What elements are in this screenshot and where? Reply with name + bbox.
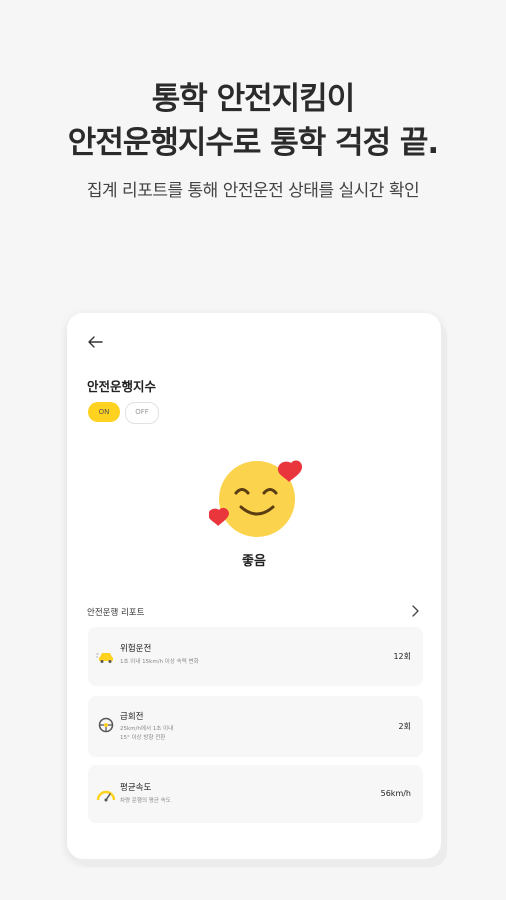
report-desc-line1: 25km/h에서 1초 이내 [120, 726, 174, 732]
promo-headline-2: 안전운행지수로 통학 걱정 끝. [67, 125, 439, 161]
promo-subtitle: 집계 리포트를 통해 안전운전 상태를 실시간 확인 [86, 181, 420, 201]
page-title: 안전운행지수 [87, 379, 157, 394]
report-item-sharp-turn[interactable]: 급회전 25km/h에서 1초 이내 15° 이상 방향 전환 2회 [88, 696, 423, 757]
back-arrow-icon[interactable] [87, 335, 103, 349]
speedometer-icon [96, 790, 116, 802]
status-label: 좋음 [242, 554, 266, 569]
toggle-off-button[interactable]: OFF [125, 402, 159, 424]
report-name: 평균속도 [120, 783, 152, 793]
toggle-on-button[interactable]: ON [88, 402, 120, 422]
promo-headline-1: 통학 안전지킴이 [151, 81, 355, 117]
report-desc: 1초 이내 15km/h 이상 속력 변화 [120, 659, 199, 665]
steering-icon [98, 717, 114, 733]
chevron-right-icon[interactable] [411, 605, 419, 617]
app-screen-card: 안전운행지수 ON OFF 좋음 안전운행 리포트 위험운전 1초 이내 15k… [67, 313, 441, 859]
report-name: 위험운전 [120, 644, 152, 654]
report-desc: 차량 운행의 평균 속도 [120, 798, 171, 804]
report-value: 12회 [393, 652, 411, 661]
car-speed-icon [96, 653, 113, 663]
report-item-risky-driving[interactable]: 위험운전 1초 이내 15km/h 이상 속력 변화 12회 [88, 627, 423, 686]
report-name: 급회전 [120, 712, 144, 722]
smiling-face-hearts-icon [209, 460, 303, 537]
report-section-label: 안전운행 리포트 [87, 608, 145, 618]
report-value: 56km/h [380, 789, 411, 798]
report-desc-line2: 15° 이상 방향 전환 [120, 735, 166, 741]
report-item-average-speed[interactable]: 평균속도 차량 운행의 평균 속도 56km/h [88, 765, 423, 823]
report-value: 2회 [398, 722, 411, 731]
